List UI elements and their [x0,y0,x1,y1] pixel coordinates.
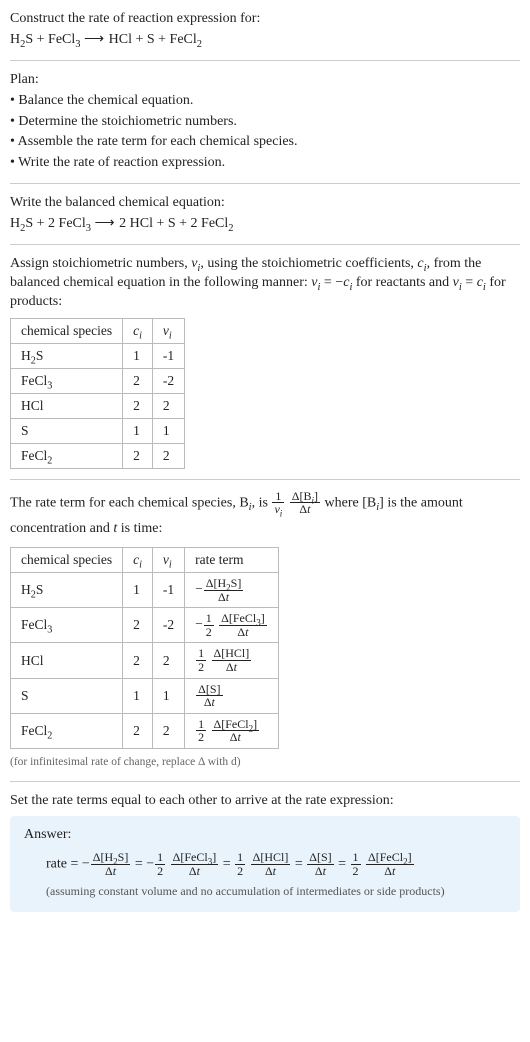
frac-1-over-nu: 1νi [272,490,284,516]
table-row: H2S 1 -1 −Δ[H2S]Δt [11,573,279,608]
plan-item: • Assemble the rate term for each chemic… [10,133,520,152]
cell-species: FeCl2 [11,443,123,468]
infinitesimal-note: (for infinitesimal rate of change, repla… [10,755,520,771]
cell-species: S [11,418,123,443]
text: is time: [117,521,162,536]
stoich-table: chemical species ci νi H2S 1 -1 FeCl3 2 … [10,318,185,469]
cell-nui: 2 [152,443,184,468]
cell-ci: 1 [123,678,153,713]
divider [10,183,520,184]
divider [10,244,520,245]
cell-nui: -2 [152,368,184,393]
cell-species: FeCl3 [11,368,123,393]
cell-rateterm: −Δ[H2S]Δt [185,573,279,608]
cell-nui: -1 [152,573,184,608]
cell-species: HCl [11,393,123,418]
table-header-row: chemical species ci νi rate term [11,548,279,573]
cell-nui: 1 [152,418,184,443]
answer-box: Answer: rate = −Δ[H2S]Δt = −12 Δ[FeCl3]Δ… [10,816,520,911]
text: for reactants and [352,275,452,290]
intro-line: Construct the rate of reaction expressio… [10,10,520,29]
table-header-row: chemical species ci νi [11,318,185,343]
frac-dBi-dt: Δ[Bi]Δt [290,490,320,516]
cell-nui: 2 [152,393,184,418]
text: , is [252,495,272,510]
cell-ci: 2 [123,443,153,468]
table-row: H2S 1 -1 [11,343,185,368]
text: , using the stoichiometric coefficients, [200,256,417,271]
cell-rateterm: −12 Δ[FeCl3]Δt [185,608,279,643]
divider [10,60,520,61]
table-row: HCl 2 2 12 Δ[HCl]Δt [11,643,279,678]
plan-item: • Determine the stoichiometric numbers. [10,113,520,132]
col-species: chemical species [11,318,123,343]
set-equal-block: Set the rate terms equal to each other t… [10,792,520,912]
col-nui: νi [152,318,184,343]
answer-label: Answer: [24,826,506,845]
answer-assumption: (assuming constant volume and no accumul… [46,883,506,899]
rateterm-text: The rate term for each chemical species,… [10,490,520,541]
cell-ci: 2 [123,368,153,393]
cell-ci: 1 [123,573,153,608]
balanced-equation: H2S + 2 FeCl3 ⟶ 2 HCl + S + 2 FeCl2 [10,215,520,234]
plan-block: Plan: • Balance the chemical equation. •… [10,71,520,173]
plan-heading: Plan: [10,71,520,90]
col-nui: νi [152,548,184,573]
assign-text: Assign stoichiometric numbers, νi, using… [10,255,520,312]
unbalanced-equation: H2S + FeCl3 ⟶ HCl + S + FeCl2 [10,31,520,50]
rate-expression: rate = −Δ[H2S]Δt = −12 Δ[FeCl3]Δt = 12 Δ… [46,851,506,877]
rateterm-block: The rate term for each chemical species,… [10,490,520,771]
text: where [325,495,363,510]
rate-table: chemical species ci νi rate term H2S 1 -… [10,547,279,749]
plan-item: • Write the rate of reaction expression. [10,154,520,173]
col-ci: ci [123,548,153,573]
cell-species: FeCl2 [11,713,123,748]
col-rateterm: rate term [185,548,279,573]
cell-species: S [11,678,123,713]
cell-ci: 2 [123,393,153,418]
balanced-block: Write the balanced chemical equation: H2… [10,194,520,234]
table-row: FeCl2 2 2 12 Δ[FeCl2]Δt [11,713,279,748]
cell-rateterm: 12 Δ[HCl]Δt [185,643,279,678]
cell-nui: -2 [152,608,184,643]
table-row: S 1 1 Δ[S]Δt [11,678,279,713]
cell-species: HCl [11,643,123,678]
col-species: chemical species [11,548,123,573]
assign-block: Assign stoichiometric numbers, νi , using… [10,255,520,469]
cell-rateterm: 12 Δ[FeCl2]Δt [185,713,279,748]
col-ci: ci [123,318,153,343]
cell-species: FeCl3 [11,608,123,643]
cell-nui: 2 [152,643,184,678]
text: Assign stoichiometric numbers, [10,256,191,271]
cell-rateterm: Δ[S]Δt [185,678,279,713]
cell-ci: 2 [123,713,153,748]
divider [10,781,520,782]
table-row: HCl 2 2 [11,393,185,418]
cell-species: H2S [11,343,123,368]
table-row: FeCl2 2 2 [11,443,185,468]
cell-species: H2S [11,573,123,608]
cell-ci: 2 [123,643,153,678]
cell-ci: 1 [123,418,153,443]
set-equal-text: Set the rate terms equal to each other t… [10,792,520,811]
cell-nui: 1 [152,678,184,713]
cell-ci: 1 [123,343,153,368]
cell-nui: 2 [152,713,184,748]
table-row: S 1 1 [11,418,185,443]
table-row: FeCl3 2 -2 [11,368,185,393]
plan-item: • Balance the chemical equation. [10,92,520,111]
divider [10,479,520,480]
intro-block: Construct the rate of reaction expressio… [10,10,520,50]
text: The rate term for each chemical species, [10,495,239,510]
cell-ci: 2 [123,608,153,643]
balanced-heading: Write the balanced chemical equation: [10,194,520,213]
table-row: FeCl3 2 -2 −12 Δ[FeCl3]Δt [11,608,279,643]
cell-nui: -1 [152,343,184,368]
